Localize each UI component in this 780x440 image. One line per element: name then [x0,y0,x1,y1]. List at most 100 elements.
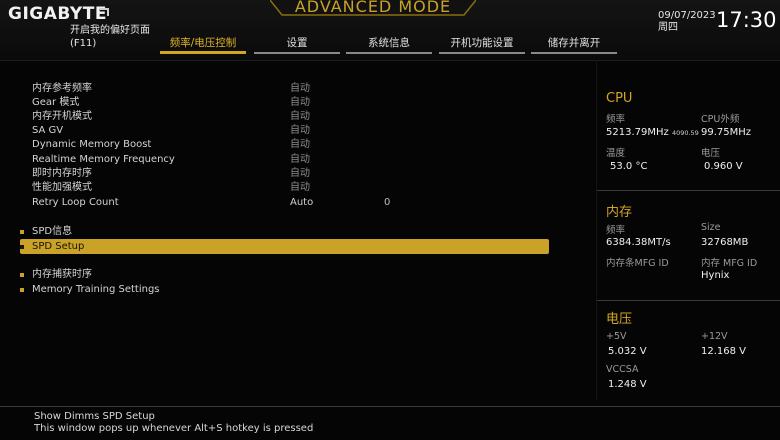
tab-underline [160,51,246,54]
bullet-icon [20,230,24,234]
tab-settings[interactable]: 设置 [254,36,340,54]
panel-separator [597,300,780,301]
tab-frequency-voltage[interactable]: 频率/电压控制 [160,36,246,54]
cpu-temp-label: 温度 [606,148,626,159]
setting-value: 自动 [290,111,310,122]
setting-value: 自动 [290,168,310,179]
setting-row[interactable]: 即时内存时序 自动 [0,167,560,181]
setting-label: Dynamic Memory Boost [32,139,152,150]
clock: 17:30 [716,8,777,32]
tab-system-info[interactable]: 系统信息 [346,36,432,54]
setting-row[interactable]: SA GV 自动 [0,124,560,138]
cpu-title: CPU [606,91,633,106]
tab-label: 系统信息 [368,37,410,49]
tab-boot[interactable]: 开机功能设置 [439,36,525,54]
weekday-text: 周四 [658,22,678,33]
cpu-bclk-value: 99.75MHz [701,127,752,138]
setting-value: 自动 [290,139,310,150]
voltage-panel: 电压 +5V +12V 5.032 V 12.168 V VCCSA 1.248… [597,307,780,399]
setting-value: 自动 [290,97,310,108]
menu-memory-training[interactable]: Memory Training Settings [20,282,549,297]
tab-underline [439,52,525,54]
setting-label: Realtime Memory Frequency [32,154,175,165]
cpu-freq-value: 5213.79MHz [606,127,669,138]
memory-size-label: Size [701,222,721,233]
setting-label: Retry Loop Count [32,197,119,208]
setting-label: 内存开机模式 [32,111,92,122]
setting-row[interactable]: 内存参考频率 自动 [0,82,560,96]
bullet-icon [20,245,24,249]
memory-mfg-label: 内存条MFG ID [606,258,669,269]
menu-label: SPD信息 [32,226,73,237]
cpu-temp-value: 53.0 °C [610,161,648,172]
menu-memory-timings[interactable]: 内存捕获时序 [20,267,549,282]
panel-separator [597,190,780,191]
logo-mark-icon [100,8,109,16]
menu-label: 内存捕获时序 [32,269,92,280]
menu-spd-info[interactable]: SPD信息 [20,224,549,239]
setting-row[interactable]: Dynamic Memory Boost 自动 [0,138,560,152]
setting-value: 自动 [290,83,310,94]
voltage-vccsa-label: VCCSA [606,364,639,375]
setting-value: 自动 [290,154,310,165]
setting-row[interactable]: 性能加强模式 自动 [0,181,560,195]
help-title: Show Dimms SPD Setup [34,411,155,422]
setting-row[interactable]: Realtime Memory Frequency 自动 [0,153,560,167]
mode-banner[interactable]: ADVANCED MODE [270,0,476,17]
setting-label: 内存参考频率 [32,83,92,94]
voltage-5v-label: +5V [606,331,627,342]
top-bar: GIGABYTE 开启我的偏好页面 (F11) ADVANCED MODE 09… [0,0,780,60]
cpu-freq-label: 频率 [606,114,626,125]
memory-title: 内存 [606,205,633,220]
tab-label: 储存并离开 [547,37,601,49]
cpu-freq-readout: 5213.79MHz 4090.59 [606,127,699,138]
voltage-12v-value: 12.168 V [701,346,747,357]
setting-label: SA GV [32,125,64,136]
mode-label: ADVANCED MODE [294,0,452,16]
favorites-hotkey: (F11) [70,38,97,49]
setting-value: 自动 [290,125,310,136]
tab-underline [346,52,432,54]
date-display: 09/07/2023 周四 [658,10,716,34]
setting-label: 即时内存时序 [32,168,92,179]
cpu-freq-secondary: 4090.59 [671,129,699,137]
help-description: This window pops up whenever Alt+S hotke… [34,423,314,434]
menu-label: Memory Training Settings [32,284,160,295]
setting-row[interactable]: Retry Loop Count Auto 0 [0,196,560,210]
cpu-bclk-label: CPU外频 [701,114,740,125]
cpu-volt-value: 0.960 V [704,161,743,172]
tab-label: 设置 [286,37,308,49]
tab-underline [531,52,617,54]
voltage-12v-label: +12V [701,331,728,342]
memory-chip-label: 内存 MFG ID [701,258,758,269]
favorites-label: 开启我的偏好页面 [70,25,150,36]
voltage-5v-value: 5.032 V [608,346,647,357]
bullet-icon [20,273,24,277]
voltage-title: 电压 [606,312,633,327]
setting-label: Gear 模式 [32,97,80,108]
menu-label: SPD Setup [32,241,85,252]
header-divider [0,60,780,61]
voltage-vccsa-value: 1.248 V [608,379,647,390]
setting-value: 自动 [290,182,310,193]
cpu-panel: CPU 频率 CPU外频 5213.79MHz 4090.59 99.75MHz… [597,88,780,188]
memory-chip-value: Hynix [701,270,730,281]
setting-row[interactable]: Gear 模式 自动 [0,96,560,110]
setting-label: 性能加强模式 [32,182,92,193]
memory-panel: 内存 频率 Size 6384.38MT/s 32768MB 内存条MFG ID… [597,198,780,298]
tab-underline [254,52,340,54]
setting-value-secondary: 0 [384,197,391,208]
help-divider [0,406,780,407]
gigabyte-logo: GIGABYTE [8,4,107,24]
memory-freq-label: 频率 [606,225,626,236]
tab-label: 频率/电压控制 [169,37,237,49]
favorites-link[interactable]: 开启我的偏好页面 (F11) [70,24,150,50]
tab-save-exit[interactable]: 储存并离开 [531,36,617,54]
cpu-volt-label: 电压 [701,148,721,159]
date-text: 09/07/2023 [658,10,716,21]
setting-row[interactable]: 内存开机模式 自动 [0,110,560,124]
tab-label: 开机功能设置 [450,37,514,49]
memory-freq-value: 6384.38MT/s [606,237,671,248]
bullet-icon [20,288,24,292]
menu-spd-setup[interactable]: SPD Setup [20,239,549,254]
